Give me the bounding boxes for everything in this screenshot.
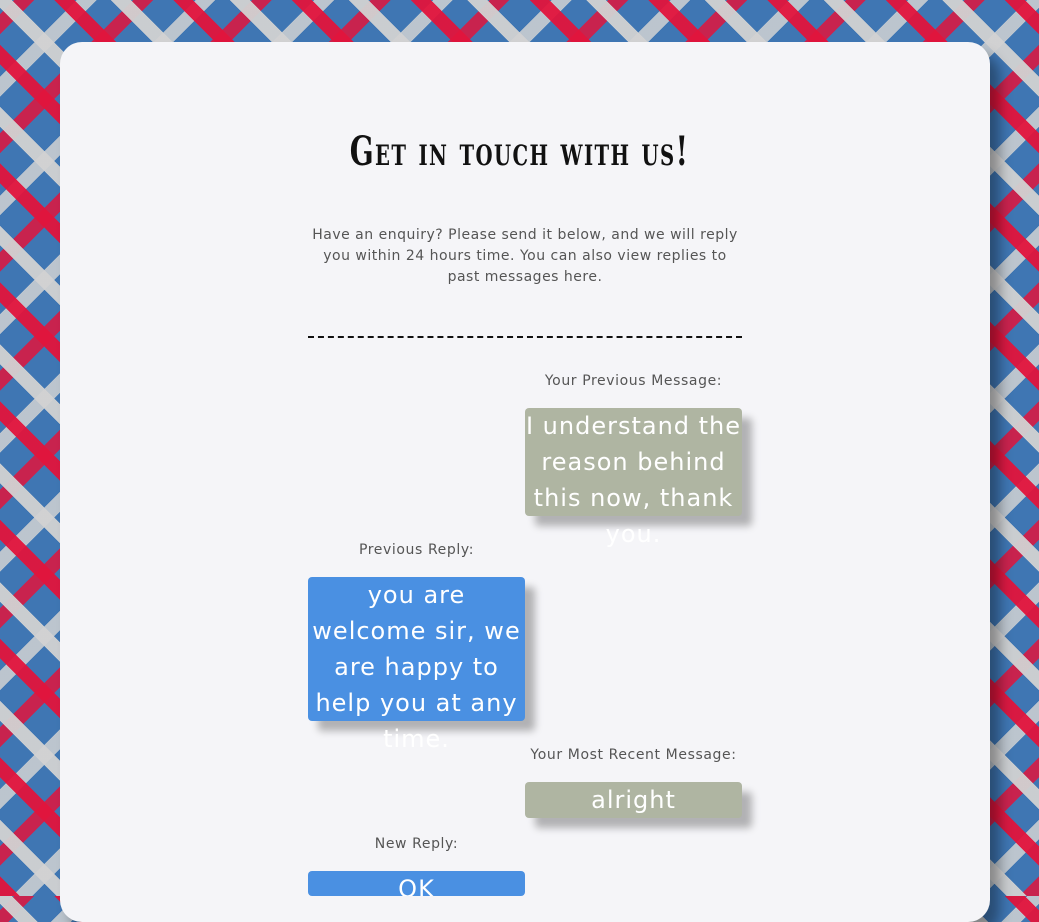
page-title: Get in touch with us! [349,128,690,175]
previous-reply-bubble: you are welcome sir, we are happy to hel… [308,577,525,753]
previous-reply-label: Previous Reply: [358,542,475,558]
previous-message-label: Your Previous Message: [544,373,723,389]
recent-message-bubble: alright [525,782,742,818]
new-reply-bubble: OK [308,871,525,896]
new-reply-label: New Reply: [374,836,459,852]
previous-message-bubble: I understand the reason behind this now,… [525,408,742,548]
dashed-divider [308,336,742,338]
recent-message-label: Your Most Recent Message: [530,747,737,763]
intro-text: Have an enquiry? Please send it below, a… [312,227,738,285]
